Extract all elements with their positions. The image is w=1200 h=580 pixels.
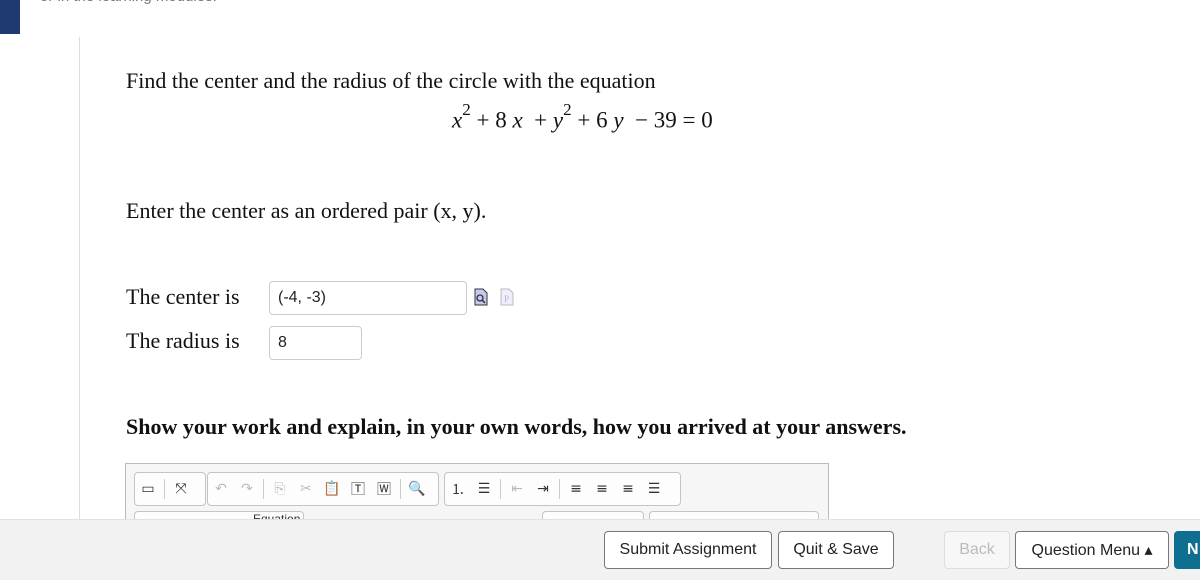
header-clipped-text: or in the learning modules.: [40, 0, 217, 5]
eq-x-exp: 2: [462, 100, 471, 119]
footer-bar: Submit Assignment Quit & Save Back Quest…: [0, 519, 1200, 580]
eq-plus: +: [534, 107, 548, 133]
toolbar-separator: [400, 479, 401, 499]
eq-rhs: − 39 = 0: [635, 107, 713, 133]
next-button[interactable]: N: [1174, 531, 1200, 569]
redo-icon[interactable]: ↷: [234, 478, 260, 500]
center-input[interactable]: (-4, -3): [269, 281, 467, 315]
center-label: The center is: [126, 284, 240, 309]
show-work-instruction: Show your work and explain, in your own …: [126, 414, 907, 439]
radius-label: The radius is: [126, 328, 240, 353]
content-divider: [79, 37, 80, 519]
toolbar-separator: [500, 479, 501, 499]
justify-icon[interactable]: ☰: [641, 478, 667, 500]
back-button[interactable]: Back: [944, 531, 1010, 569]
eq-term-8: + 8: [476, 107, 507, 133]
maximize-icon[interactable]: ⤧: [168, 478, 194, 500]
instruction-text: Enter the center as an ordered pair (x, …: [126, 198, 487, 223]
toolbar-group-paragraph: ⒈ ☰ ⇤ ⇥ ≡ ≡ ≡ ☰: [444, 472, 681, 506]
paste-icon[interactable]: 📋: [319, 478, 345, 500]
undo-icon[interactable]: ↶: [208, 478, 234, 500]
quit-save-button[interactable]: Quit & Save: [778, 531, 894, 569]
preview-icon[interactable]: [474, 288, 488, 306]
eq-y-exp: 2: [563, 100, 572, 119]
question-menu-button[interactable]: Question Menu ▴: [1015, 531, 1169, 569]
toolbar-separator: [164, 479, 165, 499]
eq-y2: y: [613, 107, 624, 133]
toolbar-group-view: ▭ ⤧: [134, 472, 206, 506]
question-prompt: Find the center and the radius of the ci…: [126, 68, 656, 93]
radius-input[interactable]: 8: [269, 326, 362, 360]
indent-icon[interactable]: ⇥: [530, 478, 556, 500]
toolbar-separator: [559, 479, 560, 499]
cut-icon[interactable]: ✂: [293, 478, 319, 500]
find-icon[interactable]: 🔍: [404, 478, 430, 500]
align-center-icon[interactable]: ≡: [589, 478, 615, 500]
align-right-icon[interactable]: ≡: [615, 478, 641, 500]
svg-text:P: P: [504, 294, 509, 304]
numbered-list-icon[interactable]: ⒈: [445, 478, 471, 500]
align-left-icon[interactable]: ≡: [563, 478, 589, 500]
eq-x2: x: [512, 107, 523, 133]
bulleted-list-icon[interactable]: ☰: [471, 478, 497, 500]
show-blocks-icon[interactable]: ▭: [135, 478, 161, 500]
nav-corner-block: [0, 0, 20, 34]
submit-assignment-button[interactable]: Submit Assignment: [604, 531, 772, 569]
palette-icon[interactable]: P: [500, 288, 514, 306]
rich-text-editor[interactable]: ▭ ⤧ ↶ ↷ ⎘ ✂ 📋 🅃 🅆 🔍 ⒈ ☰ ⇤ ⇥ ≡ ≡ ≡ ☰ Equa…: [125, 463, 829, 533]
toolbar-separator: [263, 479, 264, 499]
toolbar-group-clipboard: ↶ ↷ ⎘ ✂ 📋 🅃 🅆 🔍: [207, 472, 439, 506]
circle-equation: x2 + 8 x + y2 + 6 y − 39 = 0: [452, 100, 713, 134]
eq-x: x: [452, 107, 463, 133]
eq-term-6: + 6: [577, 107, 608, 133]
paste-text-icon[interactable]: 🅃: [345, 478, 371, 500]
outdent-icon[interactable]: ⇤: [504, 478, 530, 500]
eq-y: y: [552, 107, 564, 133]
copy-icon[interactable]: ⎘: [267, 478, 293, 500]
paste-word-icon[interactable]: 🅆: [371, 478, 397, 500]
